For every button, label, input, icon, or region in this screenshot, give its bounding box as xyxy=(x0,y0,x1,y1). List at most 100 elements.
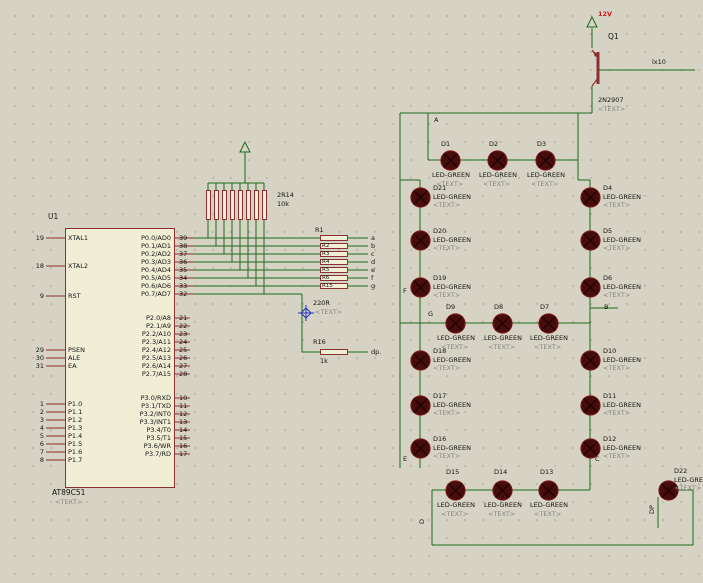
pin-p37[interactable]: P3.7/RD17 xyxy=(65,450,215,458)
led-ref-label[interactable]: D2 xyxy=(489,140,498,148)
led-label-block[interactable]: D12LED-GREEN<TEXT> xyxy=(603,435,641,461)
led-value-label[interactable]: LED-GREEN<TEXT> xyxy=(530,501,568,518)
segment-label-dp[interactable]: DP xyxy=(648,505,656,514)
pin-p33[interactable]: P3.3/INT113 xyxy=(65,418,215,426)
led-label-block[interactable]: D4LED-GREEN<TEXT> xyxy=(603,184,641,210)
led-ref-label[interactable]: D3 xyxy=(537,140,546,148)
net-label-lx10[interactable]: lx10 xyxy=(652,58,666,66)
net-label-c[interactable]: c xyxy=(371,250,375,258)
pin-p36[interactable]: P3.6/WR16 xyxy=(65,442,215,450)
power-arrow-icon[interactable] xyxy=(240,17,597,152)
led-value-label[interactable]: LED-GREEN<TEXT> xyxy=(530,334,568,351)
led-d4[interactable] xyxy=(580,187,601,208)
segment-label-b[interactable]: B xyxy=(604,303,608,311)
led-d6[interactable] xyxy=(580,277,601,298)
respack-ref-label[interactable]: 2R14 xyxy=(277,191,294,199)
pin-p30[interactable]: P3.0/RXD10 xyxy=(65,394,215,402)
r15-ref-label[interactable]: R15 xyxy=(322,282,333,290)
schematic-canvas[interactable]: U1 AT89C51 <TEXT> 19XTAL1 18XTAL2 9RST 2… xyxy=(0,0,703,583)
led-label-block[interactable]: D6LED-GREEN<TEXT> xyxy=(603,274,641,300)
pin-p34[interactable]: P3.4/T014 xyxy=(65,426,215,434)
led-d2[interactable] xyxy=(487,150,508,171)
led-d15[interactable] xyxy=(445,480,466,501)
r2-ref-label[interactable]: R2 xyxy=(322,242,329,250)
led-ref-label[interactable]: D14 xyxy=(494,468,507,476)
pin-p35[interactable]: P3.5/T115 xyxy=(65,434,215,442)
rstack-value-label[interactable]: 220R xyxy=(313,299,330,307)
net-label-e[interactable]: e xyxy=(371,266,375,274)
q1-ref-label[interactable]: Q1 xyxy=(608,33,619,41)
net-label-a[interactable]: a xyxy=(371,234,375,242)
led-d7[interactable] xyxy=(538,313,559,334)
pin-p21[interactable]: P2.1/A922 xyxy=(65,322,215,330)
pin-p23[interactable]: P2.3/A1124 xyxy=(65,338,215,346)
led-label-block[interactable]: D19LED-GREEN<TEXT> xyxy=(433,274,471,300)
segment-label-a[interactable]: A xyxy=(434,116,438,124)
led-ref-label[interactable]: D8 xyxy=(494,303,503,311)
r6-ref-label[interactable]: R6 xyxy=(322,274,329,282)
r16-value-label[interactable]: 1k xyxy=(320,357,328,365)
led-ref-label[interactable]: D13 xyxy=(540,468,553,476)
led-d9[interactable] xyxy=(445,313,466,334)
led-ref-label[interactable]: D7 xyxy=(540,303,549,311)
r16-ref-label[interactable]: R16 xyxy=(313,338,326,346)
respack-body[interactable] xyxy=(254,190,259,220)
pin-p32[interactable]: P3.2/INT012 xyxy=(65,410,215,418)
segment-label-f[interactable]: F xyxy=(403,287,407,295)
r3-ref-label[interactable]: R3 xyxy=(322,250,329,258)
power-12v-label[interactable]: 12V xyxy=(598,10,612,18)
mcu-value-label[interactable]: AT89C51 xyxy=(52,489,85,497)
led-value-label[interactable]: LED-GREEN<TEXT> xyxy=(484,501,522,518)
led-d5[interactable] xyxy=(580,230,601,251)
led-ref-label[interactable]: D1 xyxy=(441,140,450,148)
r5-ref-label[interactable]: R5 xyxy=(322,266,329,274)
pin-p26[interactable]: P2.6/A1427 xyxy=(65,362,215,370)
pin-p27[interactable]: P2.7/A1528 xyxy=(65,370,215,378)
led-d1[interactable] xyxy=(440,150,461,171)
pin-p04[interactable]: P0.4/AD435 xyxy=(65,266,215,274)
pin-p03[interactable]: P0.3/AD336 xyxy=(65,258,215,266)
led-label-block[interactable]: D21LED-GREEN<TEXT> xyxy=(433,184,471,210)
led-ref-label[interactable]: D15 xyxy=(446,468,459,476)
pin-p20[interactable]: P2.0/A821 xyxy=(65,314,215,322)
respack-body[interactable] xyxy=(206,190,211,220)
segment-label-g[interactable]: G xyxy=(428,310,433,318)
led-d12[interactable] xyxy=(580,438,601,459)
pin-p31[interactable]: P3.1/TXD11 xyxy=(65,402,215,410)
respack-body[interactable] xyxy=(222,190,227,220)
pin-p01[interactable]: P0.1/AD138 xyxy=(65,242,215,250)
led-d10[interactable] xyxy=(580,350,601,371)
led-d17[interactable] xyxy=(410,395,431,416)
led-value-label[interactable]: LED-GREEN<TEXT> xyxy=(527,171,565,188)
segment-label-e[interactable]: E xyxy=(403,455,407,463)
resistor-body-r16[interactable] xyxy=(320,349,348,355)
led-label-block[interactable]: D18LED-GREEN<TEXT> xyxy=(433,347,471,373)
led-value-label[interactable]: LED-GREEN<TEXT> xyxy=(479,171,517,188)
pin-p24[interactable]: P2.4/A1225 xyxy=(65,346,215,354)
led-label-block[interactable]: D20LED-GREEN<TEXT> xyxy=(433,227,471,253)
led-value-label[interactable]: LED-GREEN<TEXT> xyxy=(437,501,475,518)
mcu-ref-label[interactable]: U1 xyxy=(48,213,58,221)
led-label-block[interactable]: D10LED-GREEN<TEXT> xyxy=(603,347,641,373)
respack-body[interactable] xyxy=(262,190,267,220)
respack-value-label[interactable]: 10k xyxy=(277,200,289,208)
led-d3[interactable] xyxy=(535,150,556,171)
led-label-block[interactable]: D11LED-GREEN<TEXT> xyxy=(603,392,641,418)
led-d19[interactable] xyxy=(410,277,431,298)
led-label-block[interactable]: D16LED-GREEN<TEXT> xyxy=(433,435,471,461)
transistor-q1-symbol[interactable] xyxy=(592,50,600,86)
led-value-label[interactable]: LED-GREEN<TEXT> xyxy=(484,334,522,351)
pin-p06[interactable]: P0.6/AD633 xyxy=(65,282,215,290)
pin-p25[interactable]: P2.5/A1326 xyxy=(65,354,215,362)
respack-body[interactable] xyxy=(238,190,243,220)
pin-p22[interactable]: P2.2/A1023 xyxy=(65,330,215,338)
resistor-body-r1[interactable] xyxy=(320,235,348,241)
net-label-dp[interactable]: dp. xyxy=(371,348,381,356)
net-label-f[interactable]: f xyxy=(371,274,373,282)
led-d13[interactable] xyxy=(538,480,559,501)
led-d18[interactable] xyxy=(410,350,431,371)
led-d8[interactable] xyxy=(492,313,513,334)
led-ref-label[interactable]: D9 xyxy=(446,303,455,311)
led-d11[interactable] xyxy=(580,395,601,416)
pin-p05[interactable]: P0.5/AD534 xyxy=(65,274,215,282)
